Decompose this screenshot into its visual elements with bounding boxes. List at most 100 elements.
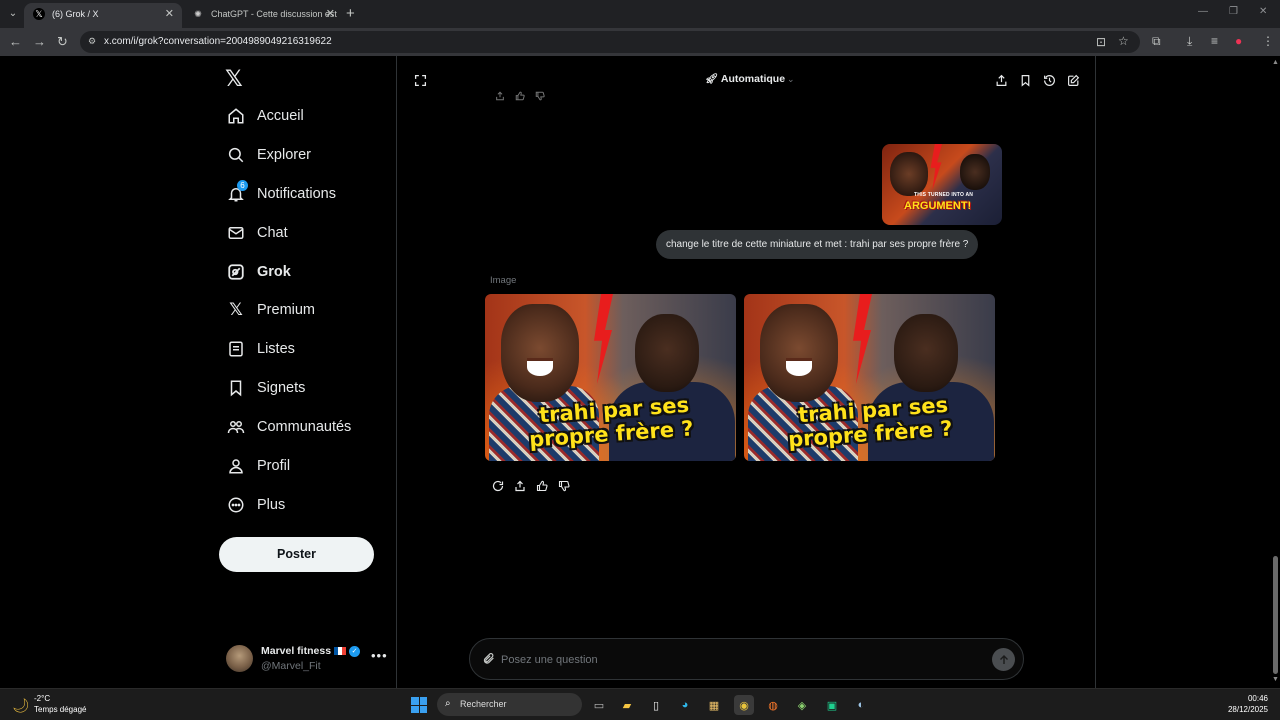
scroll-down-icon[interactable]: ▼	[1272, 676, 1279, 683]
generated-image[interactable]: trahi par ses propre frère ?	[485, 294, 736, 461]
new-chat-icon[interactable]	[1065, 72, 1081, 88]
address-bar[interactable]: ⚙ x.com/i/grok?conversation=200498904921…	[80, 31, 1140, 53]
store-icon[interactable]: ▦	[704, 695, 724, 715]
tab-grok[interactable]: 𝕏 (6) Grok / X ✕	[24, 3, 182, 28]
app-icon[interactable]: ◈	[792, 695, 812, 715]
sidebar-item-plus[interactable]: Plus	[226, 492, 285, 518]
tab-search-icon[interactable]: ⌄	[4, 5, 22, 23]
history-icon[interactable]	[1041, 72, 1057, 88]
thumbnail-face-right	[960, 154, 990, 190]
taskbar-search[interactable]: ⌕ Rechercher	[437, 693, 582, 716]
scroll-up-icon[interactable]: ▲	[1272, 59, 1279, 66]
browser-tab-bar: ⌄ 𝕏 (6) Grok / X ✕ ✺ ChatGPT - Cette dis…	[0, 0, 1280, 28]
bookmark-icon	[226, 378, 246, 398]
thumbs-down-icon[interactable]	[558, 480, 570, 492]
search-icon	[226, 145, 246, 165]
attach-icon[interactable]	[482, 652, 496, 666]
forward-icon[interactable]: →	[33, 34, 46, 49]
share-icon[interactable]	[993, 72, 1009, 88]
account-name: Marvel fitness	[261, 645, 332, 657]
weather-temperature[interactable]: -2°C	[34, 694, 50, 703]
question-input[interactable]	[501, 649, 981, 671]
url-text[interactable]: x.com/i/grok?conversation=20049890492163…	[104, 36, 332, 47]
chevron-down-icon: ⌄	[787, 74, 795, 84]
user-attached-thumbnail[interactable]: THIS TURNED INTO AN ARGUMENT!	[882, 144, 1002, 225]
downloads-icon[interactable]: ⤓	[1187, 34, 1192, 49]
sidebar-item-label: Profil	[257, 458, 291, 474]
sidebar-item-label: Grok	[257, 264, 291, 280]
new-tab-icon[interactable]: +	[346, 5, 355, 22]
scroll-thumb[interactable]	[1273, 556, 1278, 674]
image-person-left-mouth	[786, 358, 812, 376]
browser-menu-icon[interactable]: ⋮	[1262, 34, 1274, 48]
bookmark-icon[interactable]	[1017, 72, 1033, 88]
share-icon[interactable]	[514, 480, 526, 492]
bookmark-star-icon[interactable]: ☆	[1118, 34, 1129, 48]
extensions-icon[interactable]: ⧉	[1152, 34, 1161, 49]
sidebar-item-label: Communautés	[257, 419, 352, 435]
reload-icon[interactable]: ↻	[57, 34, 68, 50]
sidebar-item-label: Notifications	[257, 186, 336, 202]
sidebar-item-grok[interactable]: Grok	[226, 259, 291, 285]
sidebar-item-label: Signets	[257, 380, 306, 396]
page-scrollbar[interactable]: ▲ ▼	[1270, 56, 1280, 688]
sidebar-item-notifications[interactable]: 6 Notifications	[226, 180, 336, 207]
sidebar-item-communautes[interactable]: Communautés	[226, 414, 351, 440]
profile-icon[interactable]: ●	[1235, 34, 1242, 48]
firefox-icon[interactable]: ◍	[763, 695, 783, 715]
thumbs-up-icon[interactable]	[536, 480, 548, 492]
chrome-icon[interactable]: ◉	[734, 695, 754, 715]
moon-weather-icon[interactable]: 🌙︎	[12, 697, 30, 714]
sidebar-item-listes[interactable]: Listes	[226, 336, 295, 362]
x-logo-icon[interactable]: 𝕏	[225, 66, 243, 92]
account-name-row: Marvel fitness ✓	[261, 645, 361, 657]
thumbnail-caption-big: ARGUMENT!	[904, 200, 972, 212]
account-switcher[interactable]: Marvel fitness ✓ @Marvel_Fit •••	[226, 643, 388, 675]
windows-start-icon[interactable]	[411, 697, 427, 713]
regenerate-icon[interactable]	[492, 480, 504, 492]
sidebar-item-profil[interactable]: Profil	[226, 453, 290, 479]
back-icon[interactable]: ←	[9, 34, 22, 49]
expand-icon[interactable]	[412, 72, 428, 88]
site-info-icon[interactable]: ⚙	[88, 36, 100, 48]
account-handle: @Marvel_Fit	[261, 660, 321, 672]
edge-icon[interactable]: ◕	[675, 695, 695, 715]
sidebar-item-label: Explorer	[257, 147, 311, 163]
weather-description[interactable]: Temps dégagé	[34, 705, 86, 714]
file-explorer-icon[interactable]: ▰	[617, 695, 637, 715]
sidebar-item-signets[interactable]: Signets	[226, 375, 305, 401]
browser-toolbar: ← → ↻ ⚙ x.com/i/grok?conversation=200498…	[0, 28, 1280, 56]
clock-time[interactable]: 00:46	[1228, 694, 1268, 703]
tab-chatgpt[interactable]: ✺ ChatGPT - Cette discussion est ✕	[183, 3, 343, 28]
post-button[interactable]: Poster	[219, 537, 374, 572]
tab-close-icon[interactable]: ✕	[326, 3, 335, 25]
more-circle-icon	[226, 495, 246, 515]
bell-icon: 6	[226, 180, 248, 204]
restore-icon[interactable]: ❐	[1229, 6, 1238, 17]
install-app-icon[interactable]: ⊡	[1096, 35, 1106, 49]
mode-selector[interactable]: 🚀︎ Automatique ⌄	[705, 72, 795, 85]
notepad-icon[interactable]: ▯	[646, 695, 666, 715]
steam-icon[interactable]: ◐	[851, 695, 871, 715]
thumbs-down-icon[interactable]	[534, 90, 546, 102]
image-section-label: Image	[490, 275, 517, 286]
sidebar-item-accueil[interactable]: Accueil	[226, 103, 304, 129]
thumbs-up-icon[interactable]	[514, 90, 526, 102]
more-options-icon[interactable]: •••	[371, 648, 388, 663]
send-button[interactable]	[992, 648, 1015, 671]
mail-icon	[226, 223, 246, 243]
sidebar-item-chat[interactable]: Chat	[226, 220, 288, 246]
sidebar-item-explorer[interactable]: Explorer	[226, 142, 311, 168]
lightning-bolt-icon	[853, 294, 872, 384]
reading-list-icon[interactable]: ≡	[1211, 34, 1218, 48]
sidebar-item-premium[interactable]: 𝕏 Premium	[226, 297, 315, 323]
task-view-icon[interactable]: ▭	[589, 695, 609, 715]
tab-close-icon[interactable]: ✕	[165, 3, 174, 25]
share-icon[interactable]	[494, 90, 506, 102]
discord-like-icon[interactable]: ▣	[822, 695, 842, 715]
minimize-icon[interactable]: —	[1198, 6, 1208, 17]
clock-date[interactable]: 28/12/2025	[1216, 705, 1268, 714]
generated-image[interactable]: trahi par ses propre frère ?	[744, 294, 995, 461]
close-window-icon[interactable]: ✕	[1259, 6, 1267, 17]
taskbar-search-label: Rechercher	[460, 699, 507, 709]
